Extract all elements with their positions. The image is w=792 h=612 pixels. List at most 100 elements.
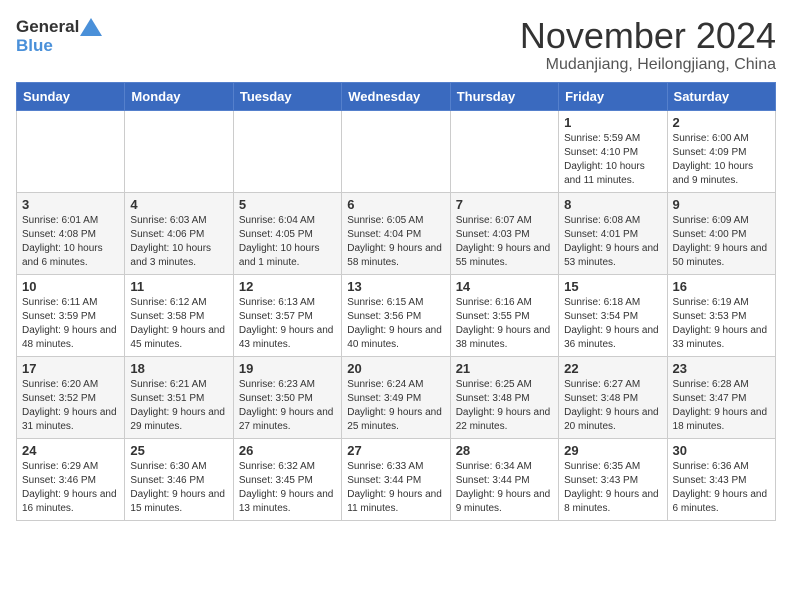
calendar-cell [125, 110, 233, 192]
day-info: Sunrise: 6:27 AMSunset: 3:48 PMDaylight:… [564, 379, 659, 432]
day-info: Sunrise: 6:20 AMSunset: 3:52 PMDaylight:… [22, 379, 117, 432]
day-number: 26 [239, 443, 336, 458]
calendar-cell: 23 Sunrise: 6:28 AMSunset: 3:47 PMDayligh… [667, 356, 775, 438]
calendar-cell: 19 Sunrise: 6:23 AMSunset: 3:50 PMDayligh… [233, 356, 341, 438]
day-info: Sunrise: 6:33 AMSunset: 3:44 PMDaylight:… [347, 461, 442, 514]
day-info: Sunrise: 6:08 AMSunset: 4:01 PMDaylight:… [564, 215, 659, 268]
day-number: 22 [564, 361, 661, 376]
day-info: Sunrise: 6:35 AMSunset: 3:43 PMDaylight:… [564, 461, 659, 514]
calendar-cell [450, 110, 558, 192]
calendar-subtitle: Mudanjiang, Heilongjiang, China [520, 56, 776, 74]
day-number: 13 [347, 279, 444, 294]
day-info: Sunrise: 5:59 AMSunset: 4:10 PMDaylight:… [564, 133, 645, 186]
logo-blue: Blue [16, 36, 53, 56]
weekday-header-row: Sunday Monday Tuesday Wednesday Thursday… [17, 82, 776, 110]
day-number: 20 [347, 361, 444, 376]
day-info: Sunrise: 6:01 AMSunset: 4:08 PMDaylight:… [22, 215, 103, 268]
day-info: Sunrise: 6:11 AMSunset: 3:59 PMDaylight:… [22, 297, 117, 350]
week-row-2: 3 Sunrise: 6:01 AMSunset: 4:08 PMDaylight… [17, 192, 776, 274]
day-info: Sunrise: 6:34 AMSunset: 3:44 PMDaylight:… [456, 461, 551, 514]
calendar-cell: 3 Sunrise: 6:01 AMSunset: 4:08 PMDaylight… [17, 192, 125, 274]
calendar-cell: 12 Sunrise: 6:13 AMSunset: 3:57 PMDayligh… [233, 274, 341, 356]
page-header: General Blue November 2024 Mudanjiang, H… [16, 16, 776, 74]
calendar-cell: 30Sunrise: 6:36 AMSunset: 3:43 PMDayligh… [667, 438, 775, 520]
calendar-cell: 8 Sunrise: 6:08 AMSunset: 4:01 PMDaylight… [559, 192, 667, 274]
calendar-cell: 17 Sunrise: 6:20 AMSunset: 3:52 PMDayligh… [17, 356, 125, 438]
week-row-4: 17 Sunrise: 6:20 AMSunset: 3:52 PMDayligh… [17, 356, 776, 438]
day-info: Sunrise: 6:12 AMSunset: 3:58 PMDaylight:… [130, 297, 225, 350]
day-number: 17 [22, 361, 119, 376]
calendar-cell: 1Sunrise: 5:59 AMSunset: 4:10 PMDaylight… [559, 110, 667, 192]
day-number: 5 [239, 197, 336, 212]
day-info: Sunrise: 6:04 AMSunset: 4:05 PMDaylight:… [239, 215, 320, 268]
day-number: 3 [22, 197, 119, 212]
day-info: Sunrise: 6:32 AMSunset: 3:45 PMDaylight:… [239, 461, 334, 514]
header-friday: Friday [559, 82, 667, 110]
header-wednesday: Wednesday [342, 82, 450, 110]
logo-general: General [16, 17, 79, 37]
calendar-cell: 29 Sunrise: 6:35 AMSunset: 3:43 PMDayligh… [559, 438, 667, 520]
day-info: Sunrise: 6:19 AMSunset: 3:53 PMDaylight:… [673, 297, 768, 350]
day-info: Sunrise: 6:18 AMSunset: 3:54 PMDaylight:… [564, 297, 659, 350]
day-info: Sunrise: 6:00 AMSunset: 4:09 PMDaylight:… [673, 133, 754, 186]
day-number: 23 [673, 361, 770, 376]
day-number: 8 [564, 197, 661, 212]
day-number: 25 [130, 443, 227, 458]
day-info: Sunrise: 6:07 AMSunset: 4:03 PMDaylight:… [456, 215, 551, 268]
day-info: Sunrise: 6:29 AMSunset: 3:46 PMDaylight:… [22, 461, 117, 514]
day-number: 24 [22, 443, 119, 458]
header-sunday: Sunday [17, 82, 125, 110]
calendar-cell: 21Sunrise: 6:25 AMSunset: 3:48 PMDayligh… [450, 356, 558, 438]
calendar-cell: 13 Sunrise: 6:15 AMSunset: 3:56 PMDayligh… [342, 274, 450, 356]
calendar-cell: 6Sunrise: 6:05 AMSunset: 4:04 PMDaylight… [342, 192, 450, 274]
day-info: Sunrise: 6:23 AMSunset: 3:50 PMDaylight:… [239, 379, 334, 432]
week-row-3: 10 Sunrise: 6:11 AMSunset: 3:59 PMDayligh… [17, 274, 776, 356]
calendar-cell: 5 Sunrise: 6:04 AMSunset: 4:05 PMDaylight… [233, 192, 341, 274]
day-info: Sunrise: 6:21 AMSunset: 3:51 PMDaylight:… [130, 379, 225, 432]
day-number: 15 [564, 279, 661, 294]
header-thursday: Thursday [450, 82, 558, 110]
day-number: 7 [456, 197, 553, 212]
week-row-5: 24 Sunrise: 6:29 AMSunset: 3:46 PMDayligh… [17, 438, 776, 520]
day-info: Sunrise: 6:30 AMSunset: 3:46 PMDaylight:… [130, 461, 225, 514]
day-info: Sunrise: 6:09 AMSunset: 4:00 PMDaylight:… [673, 215, 768, 268]
calendar-cell: 27 Sunrise: 6:33 AMSunset: 3:44 PMDayligh… [342, 438, 450, 520]
day-number: 16 [673, 279, 770, 294]
calendar-cell: 11 Sunrise: 6:12 AMSunset: 3:58 PMDayligh… [125, 274, 233, 356]
day-info: Sunrise: 6:15 AMSunset: 3:56 PMDaylight:… [347, 297, 442, 350]
day-number: 4 [130, 197, 227, 212]
day-info: Sunrise: 6:28 AMSunset: 3:47 PMDaylight:… [673, 379, 768, 432]
calendar-cell: 9Sunrise: 6:09 AMSunset: 4:00 PMDaylight… [667, 192, 775, 274]
calendar-cell [233, 110, 341, 192]
calendar-title: November 2024 [520, 16, 776, 56]
day-number: 18 [130, 361, 227, 376]
day-number: 14 [456, 279, 553, 294]
calendar-cell: 4Sunrise: 6:03 AMSunset: 4:06 PMDaylight… [125, 192, 233, 274]
calendar-cell [342, 110, 450, 192]
day-number: 11 [130, 279, 227, 294]
day-number: 29 [564, 443, 661, 458]
calendar-table: Sunday Monday Tuesday Wednesday Thursday… [16, 82, 776, 521]
day-number: 10 [22, 279, 119, 294]
calendar-cell: 16 Sunrise: 6:19 AMSunset: 3:53 PMDayligh… [667, 274, 775, 356]
week-row-1: 1Sunrise: 5:59 AMSunset: 4:10 PMDaylight… [17, 110, 776, 192]
day-info: Sunrise: 6:13 AMSunset: 3:57 PMDaylight:… [239, 297, 334, 350]
calendar-cell: 10 Sunrise: 6:11 AMSunset: 3:59 PMDayligh… [17, 274, 125, 356]
calendar-cell: 14 Sunrise: 6:16 AMSunset: 3:55 PMDayligh… [450, 274, 558, 356]
day-number: 19 [239, 361, 336, 376]
day-info: Sunrise: 6:25 AMSunset: 3:48 PMDaylight:… [456, 379, 551, 432]
day-info: Sunrise: 6:05 AMSunset: 4:04 PMDaylight:… [347, 215, 442, 268]
calendar-cell: 15 Sunrise: 6:18 AMSunset: 3:54 PMDayligh… [559, 274, 667, 356]
calendar-cell: 7 Sunrise: 6:07 AMSunset: 4:03 PMDaylight… [450, 192, 558, 274]
calendar-cell: 2Sunrise: 6:00 AMSunset: 4:09 PMDaylight… [667, 110, 775, 192]
calendar-cell: 25 Sunrise: 6:30 AMSunset: 3:46 PMDayligh… [125, 438, 233, 520]
calendar-cell: 24 Sunrise: 6:29 AMSunset: 3:46 PMDayligh… [17, 438, 125, 520]
day-number: 30 [673, 443, 770, 458]
calendar-cell: 22 Sunrise: 6:27 AMSunset: 3:48 PMDayligh… [559, 356, 667, 438]
logo-icon [80, 16, 102, 38]
day-number: 27 [347, 443, 444, 458]
day-info: Sunrise: 6:16 AMSunset: 3:55 PMDaylight:… [456, 297, 551, 350]
calendar-cell: 26 Sunrise: 6:32 AMSunset: 3:45 PMDayligh… [233, 438, 341, 520]
day-number: 12 [239, 279, 336, 294]
day-info: Sunrise: 6:24 AMSunset: 3:49 PMDaylight:… [347, 379, 442, 432]
